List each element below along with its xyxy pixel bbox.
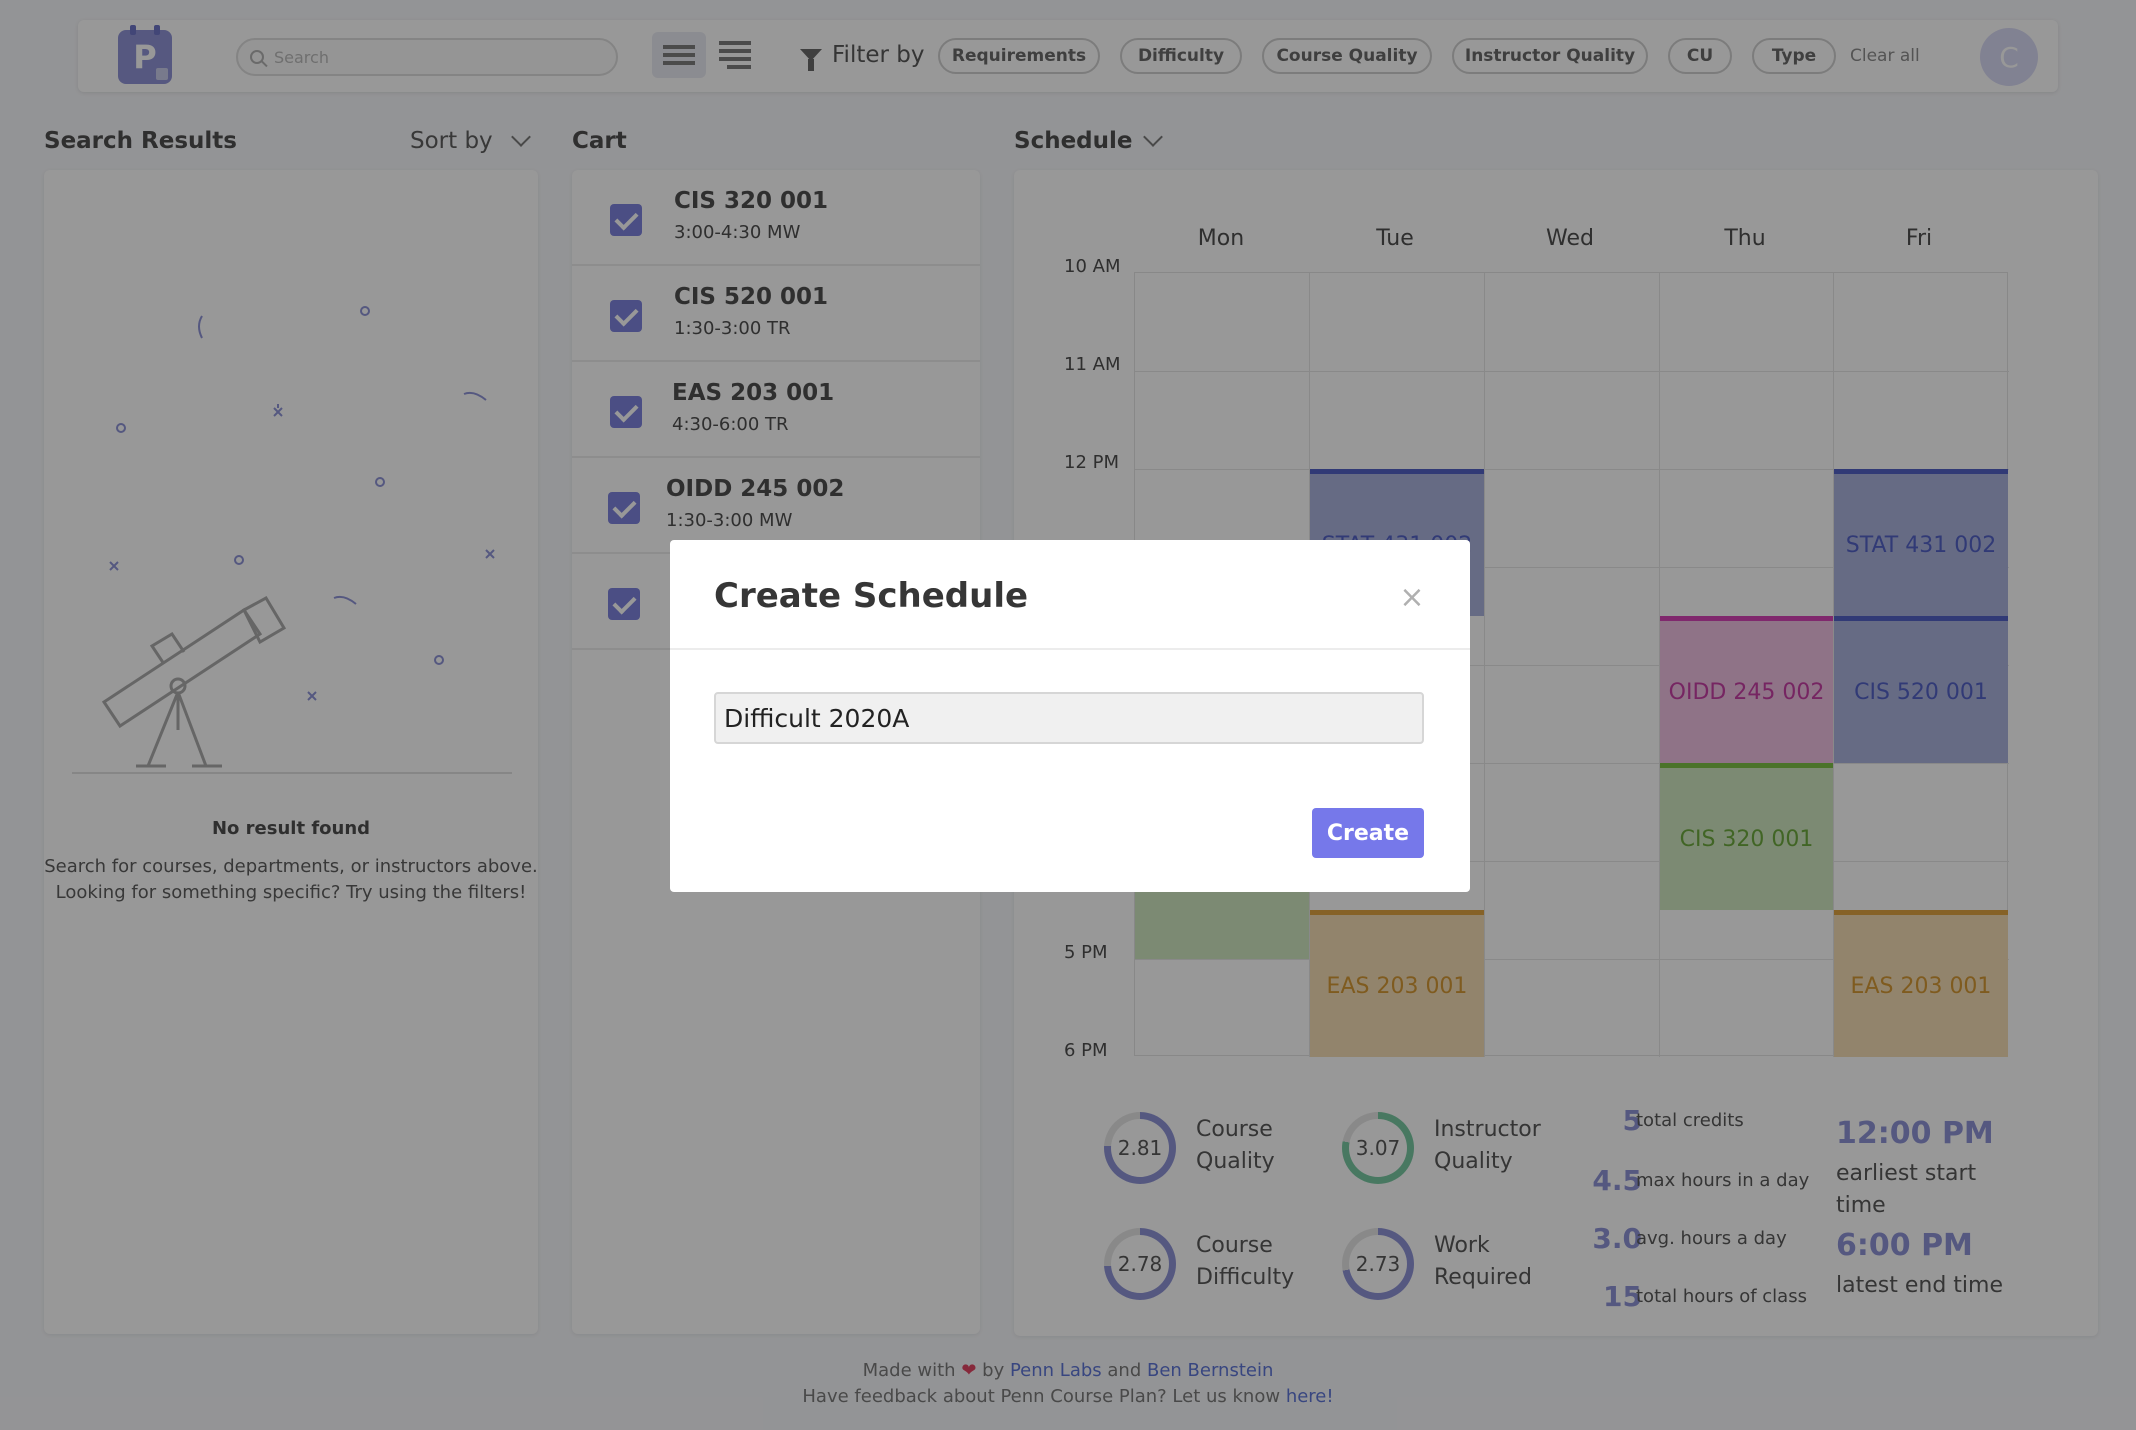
- create-button[interactable]: Create: [1312, 808, 1424, 858]
- modal-title: Create Schedule: [714, 576, 1029, 616]
- modal-header: Create Schedule ×: [670, 540, 1470, 650]
- close-icon[interactable]: ×: [1398, 580, 1426, 615]
- schedule-name-input[interactable]: [714, 692, 1424, 744]
- create-schedule-modal: Create Schedule × Create: [670, 540, 1470, 892]
